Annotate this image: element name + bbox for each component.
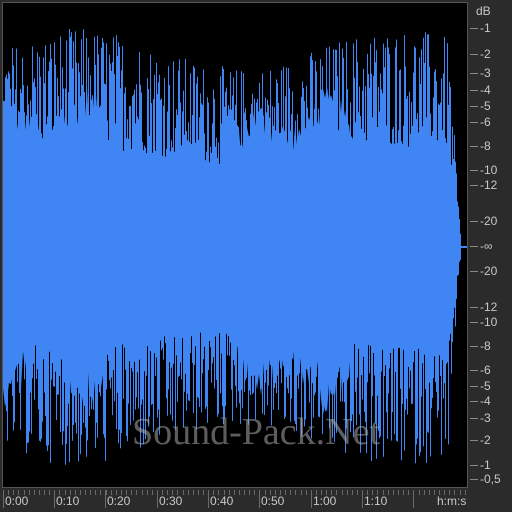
- time-label-0-40: 0:40: [210, 494, 234, 508]
- db-label-top-3: -3: [480, 66, 491, 80]
- time-label-0-30: 0:30: [159, 494, 183, 508]
- db-label-bottom-4: -4: [480, 394, 491, 408]
- db-label-bottom-1: -1: [480, 458, 491, 472]
- db-label-top-10: -10: [480, 163, 498, 177]
- time-label-0-00: 0:00: [5, 494, 29, 508]
- time-label-1-00: 1:00: [313, 494, 337, 508]
- db-label-top-5: -5: [480, 99, 491, 113]
- db-label-top-2: -2: [480, 47, 491, 61]
- time-ruler[interactable]: 0:00 0:10 0:20 0:30 0:40 0:50 1:00 1:10 …: [0, 490, 512, 512]
- time-label-1-10: 1:10: [364, 494, 388, 508]
- db-label-bottom-12: -12: [480, 300, 498, 314]
- db-label-bottom-20: -20: [480, 264, 498, 278]
- db-label-bottom-6: -6: [480, 363, 491, 377]
- db-label-bottom-0-5: -0,5: [480, 472, 501, 486]
- audio-editor: dB -1 -2 -3 -4 -5 -6 -8 -10 -12 -20 -∞ -…: [0, 0, 512, 512]
- db-label-top-8: -8: [480, 139, 491, 153]
- time-label-0-10: 0:10: [56, 494, 80, 508]
- db-unit-label: dB: [476, 4, 491, 18]
- db-label-neg-infinity: -∞: [480, 239, 493, 253]
- db-label-top-6: -6: [480, 115, 491, 129]
- db-label-bottom-10: -10: [480, 315, 498, 329]
- time-label-0-20: 0:20: [107, 494, 131, 508]
- time-unit-label: h:m:s: [437, 494, 467, 508]
- watermark-text: Sound-Pack.Net: [131, 411, 381, 453]
- db-label-bottom-8: -8: [480, 339, 491, 353]
- db-label-top-4: -4: [480, 83, 491, 97]
- db-label-top-12: -12: [480, 178, 498, 192]
- db-label-top-1: -1: [480, 21, 491, 35]
- time-label-0-50: 0:50: [261, 494, 285, 508]
- db-label-top-20: -20: [480, 214, 498, 228]
- db-label-bottom-5: -5: [480, 379, 491, 393]
